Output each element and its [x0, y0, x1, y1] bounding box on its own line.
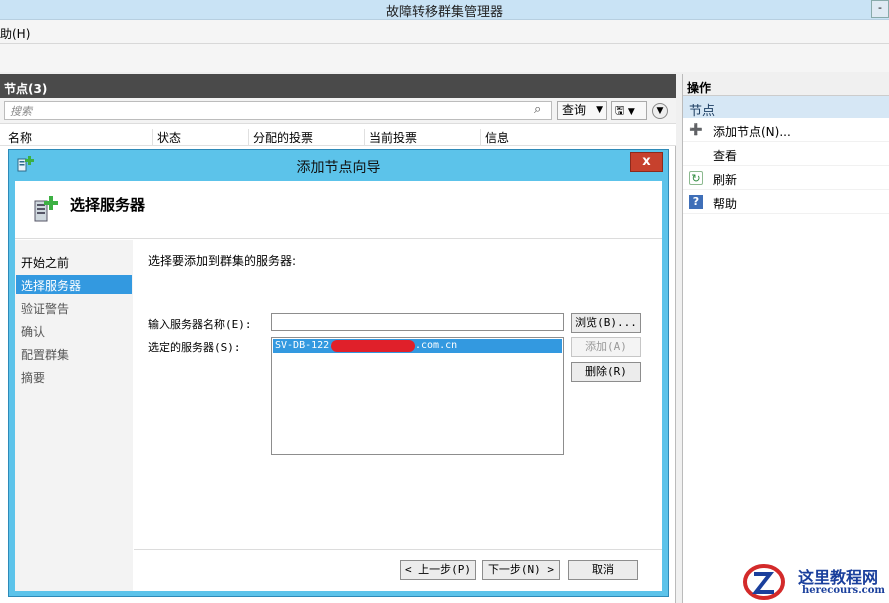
query-button[interactable]: 查询 ▼: [557, 101, 607, 120]
wizard-step[interactable]: 确认: [16, 321, 132, 340]
column-header[interactable]: 名称: [4, 129, 32, 145]
wizard-step[interactable]: 开始之前: [16, 252, 132, 271]
add-button[interactable]: 添加(A): [571, 337, 641, 357]
server-name-label: 输入服务器名称(E):: [148, 318, 252, 331]
help-icon: ?: [689, 195, 703, 209]
dialog-body: 选择服务器 开始之前 选择服务器 验证警告 确认 配置群集 摘要 选择要添加到群…: [15, 181, 662, 591]
watermark-logo-icon: [742, 562, 786, 602]
action-help[interactable]: ? 帮助: [683, 190, 889, 214]
list-item[interactable]: SV-DB-122- .com.cn: [273, 339, 562, 353]
select-server-prompt: 选择要添加到群集的服务器:: [148, 254, 297, 268]
wizard-step[interactable]: 摘要: [16, 367, 132, 386]
next-button[interactable]: 下一步(N) >: [482, 560, 560, 580]
watermark-url: herecours.com: [802, 585, 886, 596]
chevron-down-icon: ▼: [596, 105, 603, 115]
wizard-step[interactable]: 验证警告: [16, 298, 132, 317]
action-label: 帮助: [713, 197, 738, 211]
dialog-title: 添加节点向导: [296, 160, 381, 176]
column-header[interactable]: 当前投票: [364, 129, 417, 145]
wizard-step[interactable]: 配置群集: [16, 344, 132, 363]
column-header[interactable]: 状态: [152, 129, 181, 145]
selected-servers-list[interactable]: SV-DB-122- .com.cn: [271, 337, 564, 455]
action-label: 查看: [713, 149, 738, 163]
save-icon: 🖫: [615, 104, 625, 117]
column-header[interactable]: 分配的投票: [248, 129, 313, 145]
save-query-button[interactable]: 🖫 ▼: [611, 101, 647, 120]
watermark: 这里教程网 herecours.com: [742, 560, 887, 602]
action-label: 刷新: [713, 173, 738, 187]
expand-icon[interactable]: ▼: [652, 103, 668, 119]
wizard-content: 选择要添加到群集的服务器: 输入服务器名称(E): 浏览(B)... 选定的服务…: [134, 240, 662, 591]
add-node-icon: ➕: [689, 123, 703, 136]
action-view[interactable]: 查看: [683, 142, 889, 166]
refresh-icon: ↻: [689, 171, 703, 185]
server-name-suffix: .com.cn: [415, 340, 458, 351]
window-title: 故障转移群集管理器: [385, 5, 503, 20]
search-icon[interactable]: ⌕: [534, 102, 550, 118]
close-button[interactable]: x: [630, 152, 663, 172]
search-input[interactable]: 搜索: [4, 101, 552, 120]
toolbar: [0, 44, 889, 72]
nodes-pane-header: 节点(3): [0, 74, 676, 98]
browse-button[interactable]: 浏览(B)...: [571, 313, 641, 333]
menu-help[interactable]: 助(H): [0, 25, 30, 42]
action-add-node[interactable]: ➕ 添加节点(N)...: [683, 118, 889, 142]
dialog-heading: 选择服务器: [70, 196, 146, 214]
cancel-button[interactable]: 取消: [568, 560, 638, 580]
actions-pane: 操作 节点 ➕ 添加节点(N)... 查看 ↻ 刷新 ? 帮助: [682, 74, 889, 603]
search-row: 搜索 ⌕ 查询 ▼ 🖫 ▼ ▼: [0, 98, 676, 124]
server-name-prefix: SV-DB-122-: [275, 340, 336, 351]
query-button-label: 查询: [562, 103, 587, 117]
action-refresh[interactable]: ↻ 刷新: [683, 166, 889, 190]
redaction-mark: [331, 340, 415, 352]
menu-bar: 助(H): [0, 20, 889, 44]
server-name-input[interactable]: [271, 313, 564, 331]
column-headers: 名称 状态 分配的投票 当前投票 信息: [0, 124, 676, 146]
minimize-button[interactable]: -: [871, 0, 889, 18]
window-titlebar: 故障转移群集管理器 -: [0, 0, 889, 20]
actions-section-nodes[interactable]: 节点: [683, 96, 889, 119]
chevron-down-icon: ▼: [627, 107, 635, 117]
column-header[interactable]: 信息: [480, 129, 509, 145]
dialog-header: 选择服务器: [15, 181, 662, 239]
selected-servers-label: 选定的服务器(S):: [148, 341, 241, 354]
actions-header: 操作: [683, 74, 889, 96]
server-add-icon: [33, 195, 59, 223]
back-button[interactable]: < 上一步(P): [400, 560, 476, 580]
action-label: 添加节点(N)...: [713, 125, 791, 139]
wizard-steps: 开始之前 选择服务器 验证警告 确认 配置群集 摘要: [15, 240, 133, 591]
footer-divider: [134, 549, 662, 550]
add-node-wizard-dialog: 添加节点向导 x 选择服务器 开始之前 选择服务器 验证警告 确认 配置群集 摘…: [8, 149, 669, 597]
wizard-step-active[interactable]: 选择服务器: [16, 275, 132, 294]
remove-button[interactable]: 删除(R): [571, 362, 641, 382]
